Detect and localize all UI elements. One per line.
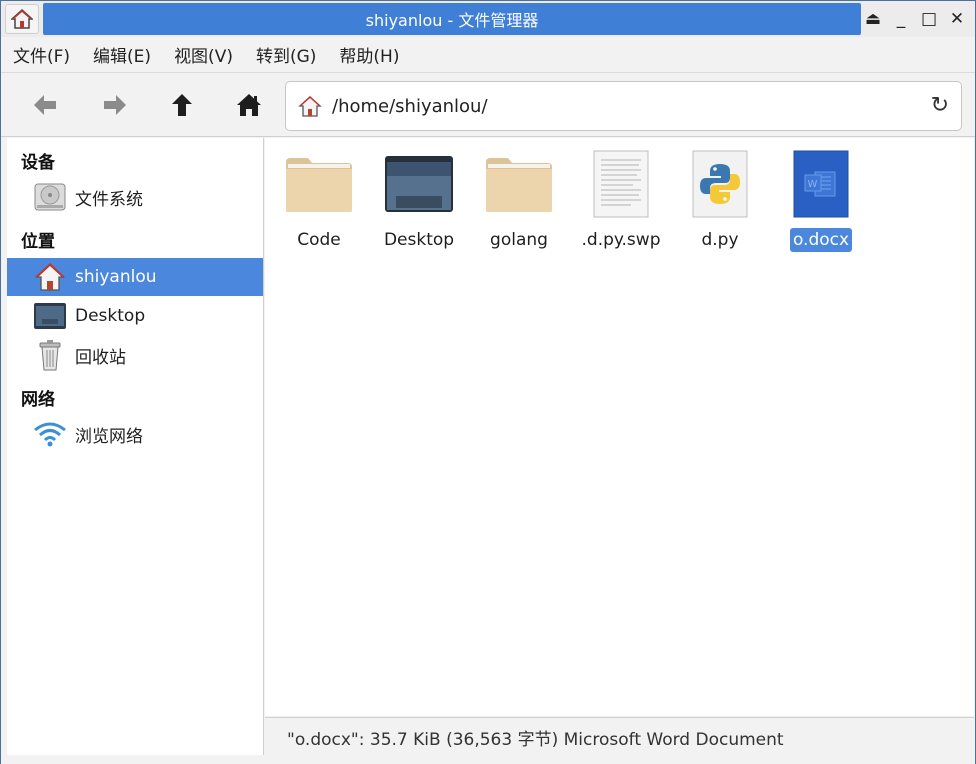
home-button[interactable]: [231, 89, 267, 121]
sidebar-item-filesystem[interactable]: 文件系统: [7, 178, 263, 216]
sidebar-item-label: 浏览网络: [75, 426, 143, 447]
file-item[interactable]: golang: [474, 148, 564, 252]
desktop-folder-icon: [383, 148, 455, 220]
back-button[interactable]: [27, 89, 63, 121]
python-file-icon: [684, 148, 756, 220]
file-item[interactable]: W o.docx: [776, 148, 866, 252]
sidebar-item-trash[interactable]: 回收站: [7, 336, 263, 374]
network-heading: 网络: [21, 390, 55, 410]
file-name: golang: [490, 230, 548, 250]
home-folder-icon: [33, 260, 67, 294]
word-file-icon: W: [785, 148, 857, 220]
file-manager-window: shiyanlou - 文件管理器 ⏏ _ □ ✕ 文件(F) 编辑(E) 视图…: [0, 0, 976, 764]
address-bar[interactable]: /home/shiyanlou/ ↻: [285, 81, 962, 131]
desktop-icon: [33, 299, 67, 333]
app-home-icon[interactable]: [5, 4, 39, 34]
file-name: .d.py.swp: [581, 230, 661, 250]
text-file-icon: [585, 148, 657, 220]
sidebar: 设备 文件系统 位置 shiyanlou Desktop 回收站 网络 浏览网络: [7, 138, 264, 755]
file-view[interactable]: Code Desktop golang .d.py.swp d.py W o.d…: [265, 138, 974, 716]
arrow-up-icon: [172, 94, 192, 116]
title-bar[interactable]: shiyanlou - 文件管理器 ⏏ _ □ ✕: [1, 1, 975, 37]
window-title: shiyanlou - 文件管理器: [43, 3, 861, 35]
svg-text:W: W: [808, 179, 818, 190]
file-name: d.py: [701, 230, 739, 250]
menu-edit[interactable]: 编辑(E): [93, 42, 151, 67]
file-name: Code: [297, 230, 341, 250]
sidebar-item-network[interactable]: 浏览网络: [7, 415, 263, 453]
window-bottom-border: [1, 756, 975, 764]
sidebar-item-label: Desktop: [75, 306, 146, 326]
sidebar-item-desktop[interactable]: Desktop: [7, 297, 263, 335]
reload-icon[interactable]: ↻: [931, 93, 949, 118]
sidebar-item-label: 文件系统: [75, 189, 143, 210]
sidebar-item-label: 回收站: [75, 347, 126, 368]
sidebar-item-shiyanlou[interactable]: shiyanlou: [7, 258, 263, 296]
file-item[interactable]: Code: [274, 148, 364, 252]
forward-button[interactable]: [97, 89, 133, 121]
menu-view[interactable]: 视图(V): [174, 42, 233, 67]
minimize-button[interactable]: _: [891, 9, 911, 29]
file-item[interactable]: .d.py.swp: [576, 148, 666, 252]
devices-heading: 设备: [21, 153, 55, 173]
close-button[interactable]: ✕: [947, 9, 967, 29]
maximize-button[interactable]: □: [919, 9, 939, 29]
arrow-right-icon: [104, 95, 126, 115]
sidebar-item-label: shiyanlou: [75, 267, 157, 287]
up-button[interactable]: [164, 89, 200, 121]
address-path[interactable]: /home/shiyanlou/: [332, 96, 488, 117]
trash-icon: [33, 338, 67, 372]
menu-file[interactable]: 文件(F): [13, 42, 70, 67]
folder-icon: [483, 148, 555, 220]
menu-help[interactable]: 帮助(H): [339, 42, 399, 67]
status-bar: "o.docx": 35.7 KiB (36,563 字节) Microsoft…: [265, 717, 974, 757]
arrow-left-icon: [34, 95, 56, 115]
eject-icon[interactable]: ⏏: [863, 9, 883, 29]
menu-bar: 文件(F) 编辑(E) 视图(V) 转到(G) 帮助(H): [1, 37, 975, 73]
places-heading: 位置: [21, 232, 55, 252]
home-icon: [237, 94, 261, 116]
file-name: Desktop: [383, 230, 455, 250]
folder-icon: [283, 148, 355, 220]
file-name: o.docx: [789, 228, 853, 252]
file-item[interactable]: d.py: [675, 148, 765, 252]
file-item[interactable]: Desktop: [374, 148, 464, 252]
drive-icon: [33, 180, 67, 214]
home-folder-icon: [298, 95, 322, 122]
menu-go[interactable]: 转到(G): [256, 42, 316, 67]
toolbar: /home/shiyanlou/ ↻: [1, 73, 975, 137]
wifi-icon: [33, 417, 67, 451]
